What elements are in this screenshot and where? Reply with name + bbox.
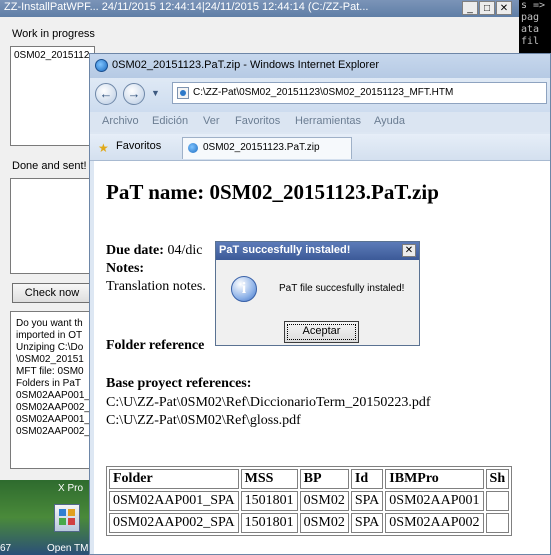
ie-title: 0SM02_20151123.PaT.zip - Windows Interne… — [112, 59, 379, 71]
address-text[interactable]: C:\ZZ-Pat\0SM02_20151123\0SM02_20151123_… — [193, 87, 453, 98]
base-reference-item: C:\U\ZZ-Pat\0SM02\Ref\DiccionarioTerm_20… — [106, 395, 431, 410]
menu-ayuda[interactable]: Ayuda — [374, 115, 405, 127]
address-bar[interactable]: C:\ZZ-Pat\0SM02_20151123\0SM02_20151123_… — [172, 82, 547, 104]
table-wrapper: Folder MSS BP Id IBMPro Sh 0SM02AAP001_S… — [106, 466, 550, 536]
menu-bar: Archivo Edición Ver Favoritos Herramient… — [90, 112, 550, 132]
console-line: ata — [521, 24, 540, 35]
tab-page-icon — [188, 143, 198, 153]
log-area[interactable]: Do you want th imported in OT Unziping C… — [10, 311, 95, 469]
table-cell: 0SM02AAP002_SPA — [109, 513, 239, 533]
log-line: Unziping C:\Do — [16, 342, 84, 353]
base-references-label: Base proyect references: — [106, 376, 252, 391]
log-line: Folders in PaT — [16, 378, 82, 389]
table-cell: 1501801 — [240, 491, 298, 511]
check-now-button[interactable]: Check now — [12, 283, 92, 303]
installer-title-bar[interactable]: ZZ-InstallPatWPF... 24/11/2015 12:44:14|… — [0, 0, 535, 17]
log-line: \0SM02_20151 — [16, 354, 84, 365]
dialog-message: PaT file succesfully instaled! — [279, 283, 405, 294]
menu-archivo[interactable]: Archivo — [102, 115, 139, 127]
table-cell: 0SM02AAP001_SPA — [109, 491, 239, 511]
tab-label: 0SM02_20151123.PaT.zip — [203, 142, 320, 153]
desktop-left-label: 67 — [0, 543, 12, 554]
open-tm-label[interactable]: Open TM — [47, 543, 89, 554]
menu-herramientas[interactable]: Herramientas — [295, 115, 361, 127]
star-icon[interactable]: ★ — [98, 141, 109, 155]
column-header: IBMPro — [385, 469, 484, 489]
table-cell — [485, 513, 510, 533]
done-list[interactable] — [10, 178, 95, 274]
log-line: 0SM02AAP001_ — [16, 414, 90, 425]
console-line: pag — [521, 12, 540, 23]
table-header-row: Folder MSS BP Id IBMPro Sh — [109, 469, 510, 489]
favorites-button[interactable]: Favoritos — [116, 140, 161, 152]
accept-button[interactable]: Aceptar — [284, 321, 359, 343]
work-in-progress-label: Work in progress — [12, 28, 95, 40]
table-cell: 0SM02 — [299, 513, 349, 533]
column-header: Folder — [109, 469, 239, 489]
console-line: s => — [521, 0, 546, 11]
base-reference-item: C:\U\ZZ-Pat\0SM02\Ref\gloss.pdf — [106, 413, 301, 428]
tab-pat-zip[interactable]: 0SM02_20151123.PaT.zip — [182, 137, 352, 159]
page-icon — [177, 87, 189, 99]
log-line: MFT file: 0SM0 — [16, 366, 84, 377]
history-dropdown-icon[interactable]: ▼ — [151, 88, 160, 98]
notes-value: Translation notes. — [106, 279, 206, 294]
due-date: Due date: 04/dic — [106, 243, 202, 259]
console-line: fil — [521, 36, 540, 47]
column-header: Id — [350, 469, 384, 489]
minimize-button[interactable]: _ — [462, 1, 478, 15]
favorites-bar: ★ Favoritos 0SM02_20151123.PaT.zip — [90, 134, 550, 161]
table-cell: 0SM02AAP002 — [385, 513, 484, 533]
table-row: 0SM02AAP002_SPA 1501801 0SM02 SPA 0SM02A… — [109, 513, 510, 533]
ie-title-bar[interactable]: 0SM02_20151123.PaT.zip - Windows Interne… — [90, 54, 550, 78]
table-cell: 0SM02AAP001 — [385, 491, 484, 511]
back-icon[interactable]: ← — [95, 83, 117, 105]
log-line: 0SM02AAP002_ — [16, 426, 90, 437]
dialog-title-bar[interactable]: PaT succesfully instaled! ✕ — [216, 242, 419, 260]
list-item[interactable]: 0SM02_2015112 — [14, 50, 89, 61]
page-content: PaT name: 0SM02_20151123.PaT.zip Due dat… — [94, 161, 550, 554]
success-dialog: PaT succesfully instaled! ✕ i PaT file s… — [215, 241, 420, 346]
table-cell: 0SM02 — [299, 491, 349, 511]
log-line: imported in OT — [16, 330, 83, 341]
menu-favoritos[interactable]: Favoritos — [235, 115, 280, 127]
notes-label: Notes: — [106, 261, 145, 276]
table-cell: SPA — [350, 513, 384, 533]
ie-logo-icon — [95, 59, 108, 72]
forward-icon[interactable]: → — [123, 83, 145, 105]
maximize-button[interactable]: □ — [479, 1, 495, 15]
table-row: 0SM02AAP001_SPA 1501801 0SM02 SPA 0SM02A… — [109, 491, 510, 511]
menu-ver[interactable]: Ver — [203, 115, 220, 127]
table-cell — [485, 491, 510, 511]
due-date-label: Due date: — [106, 243, 164, 258]
table-cell: 1501801 — [240, 513, 298, 533]
due-date-value: 04/dic — [167, 243, 203, 258]
dialog-title: PaT succesfully instaled! — [219, 244, 351, 256]
desktop: X Pro 67 Open TM — [0, 480, 92, 555]
table-cell: SPA — [350, 491, 384, 511]
column-header: BP — [299, 469, 349, 489]
log-line: 0SM02AAP002_ — [16, 402, 90, 413]
column-header: Sh — [485, 469, 510, 489]
done-label: Done and sent! — [12, 160, 87, 172]
folder-reference-label: Folder reference — [106, 338, 205, 353]
log-lines: Do you want th imported in OT Unziping C… — [16, 318, 90, 438]
column-header: MSS — [240, 469, 298, 489]
dialog-close-icon[interactable]: ✕ — [402, 244, 416, 257]
log-line: Do you want th — [16, 318, 83, 329]
open-tm-icon[interactable] — [54, 504, 80, 532]
page-title: PaT name: 0SM02_20151123.PaT.zip — [106, 180, 439, 204]
work-in-progress-list[interactable]: 0SM02_2015112 — [10, 46, 95, 146]
log-line: 0SM02AAP001_ — [16, 390, 90, 401]
desktop-top-label: X Pro — [58, 483, 84, 494]
folders-table: Folder MSS BP Id IBMPro Sh 0SM02AAP001_S… — [106, 466, 513, 536]
menu-edicion[interactable]: Edición — [152, 115, 188, 127]
installer-title: ZZ-InstallPatWPF... 24/11/2015 12:44:14|… — [4, 1, 369, 13]
info-icon: i — [231, 276, 257, 302]
close-button[interactable]: ✕ — [496, 1, 512, 15]
